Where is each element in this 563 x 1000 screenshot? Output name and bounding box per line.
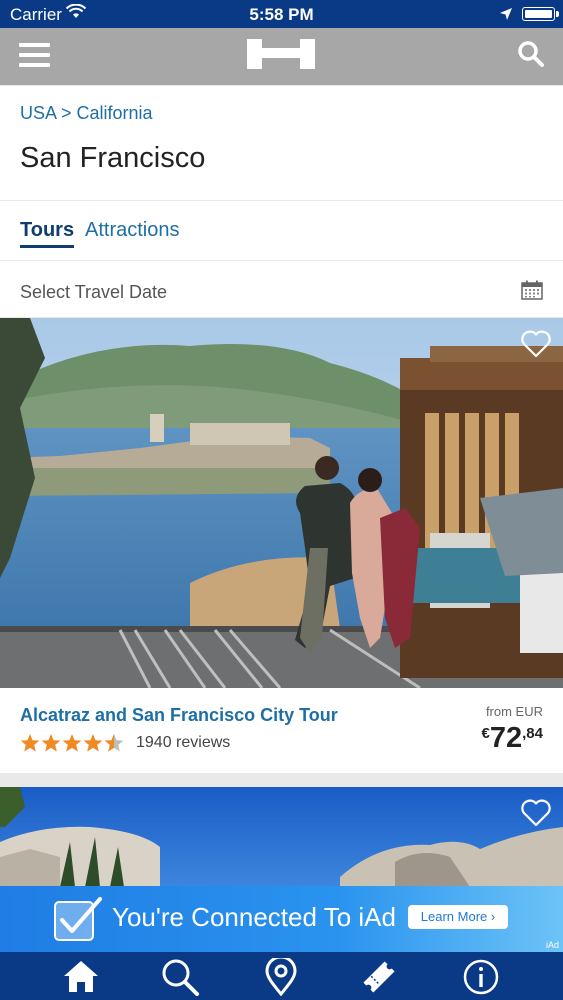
tour-photo[interactable] (0, 318, 563, 688)
category-tabs: Tours Attractions (0, 201, 563, 260)
checkbox-icon (54, 896, 102, 947)
page-title: San Francisco (20, 142, 206, 174)
rating-stars (20, 732, 124, 754)
tour-card-2[interactable] (0, 787, 563, 887)
tab-attractions-label: Attractions (85, 219, 180, 241)
tour-title[interactable]: Alcatraz and San Francisco City Tour (20, 705, 338, 726)
price-currency: € (481, 725, 490, 742)
tab-tours[interactable]: Tours (20, 219, 75, 248)
tab-attractions[interactable]: Attractions (85, 219, 179, 242)
info-icon[interactable] (462, 958, 500, 1000)
tour-card[interactable]: Alcatraz and San Francisco City Tour 194… (0, 318, 563, 773)
travel-date-label[interactable]: Select Travel Date (20, 282, 167, 303)
home-icon[interactable] (62, 958, 100, 999)
search-icon[interactable] (160, 958, 200, 1000)
travel-date-selector[interactable]: Select Travel Date (0, 261, 563, 317)
tour-photo-2[interactable] (0, 787, 563, 887)
top-nav-bar (0, 28, 563, 85)
iad-tag: iAd (545, 940, 559, 950)
hamburger-icon[interactable] (18, 40, 52, 72)
breadcrumb[interactable]: USA > California (20, 103, 153, 124)
star-icon-set (20, 734, 124, 752)
review-count[interactable]: 1940 reviews (136, 734, 230, 752)
favorite-heart-icon[interactable] (521, 330, 551, 363)
status-bar: Carrier 5:58 PM (0, 0, 563, 28)
favorite-heart-icon-2[interactable] (521, 799, 551, 832)
hotels-logo-icon[interactable] (245, 37, 317, 78)
price-decimal: ,84 (522, 725, 543, 742)
location-header: USA > California San Francisco (0, 86, 563, 200)
location-arrow-icon (499, 6, 513, 26)
tab-tours-label: Tours (20, 219, 75, 241)
active-tab-indicator (20, 245, 75, 248)
search-icon[interactable] (517, 40, 545, 73)
iad-message: You're Connected To iAd (112, 902, 396, 932)
ticket-icon[interactable] (360, 958, 398, 1000)
clock: 5:58 PM (249, 5, 314, 24)
price-integer: 72 (489, 722, 523, 754)
bottom-tab-bar (0, 952, 563, 1000)
tour-price: €72,84 (482, 722, 543, 755)
calendar-icon[interactable] (521, 280, 543, 305)
price-from-label: from EUR (485, 704, 543, 719)
battery-icon (522, 7, 559, 21)
map-pin-icon[interactable] (264, 955, 298, 1000)
learn-more-button[interactable]: Learn More › (408, 905, 508, 929)
iad-banner[interactable]: You're Connected To iAd Learn More › iAd (0, 886, 563, 952)
